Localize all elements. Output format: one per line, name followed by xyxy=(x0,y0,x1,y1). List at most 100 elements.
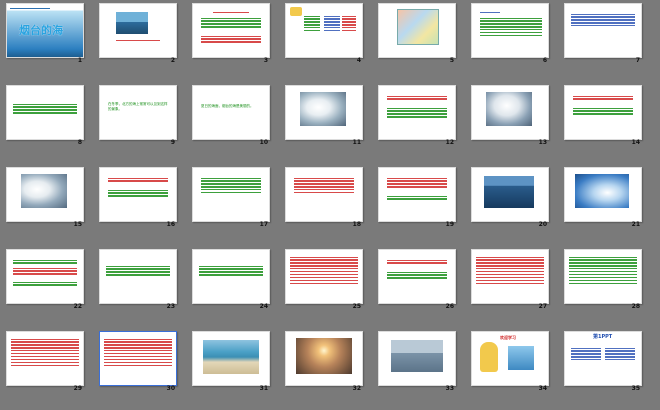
map-image xyxy=(397,9,439,45)
slide-number: 7 xyxy=(635,57,640,64)
slide-thumbnail-22[interactable]: 22 xyxy=(4,247,86,313)
slide-sorter-grid: 烟台的海 1 2 3 4 5 6 7 8 在冬季，北方的海上常常可以见到这样的景… xyxy=(4,1,656,409)
slide-thumbnail-10[interactable]: 夏日的海面，烟台的海是美丽的。 10 xyxy=(190,83,272,149)
slide-number: 22 xyxy=(73,303,82,310)
slide-19-preview xyxy=(378,167,456,222)
slide-thumbnail-19[interactable]: 19 xyxy=(376,165,458,231)
slide-22-preview xyxy=(6,249,84,304)
slide-thumbnail-7[interactable]: 7 xyxy=(562,1,644,67)
cartoon-icon xyxy=(290,7,302,16)
slide-9-text: 在冬季，北方的海上常常可以见到这样的景象。 xyxy=(108,102,168,111)
slide-number: 10 xyxy=(259,139,268,146)
slide-thumbnail-35[interactable]: 第1PPT 35 xyxy=(562,329,644,395)
slide-9-preview: 在冬季，北方的海上常常可以见到这样的景象。 xyxy=(99,85,177,140)
sea-photo xyxy=(484,176,534,208)
slide-number: 21 xyxy=(631,221,640,228)
slide-thumbnail-18[interactable]: 18 xyxy=(283,165,365,231)
slide-thumbnail-16[interactable]: 16 xyxy=(97,165,179,231)
slide-number: 19 xyxy=(445,221,454,228)
slide-30-preview xyxy=(99,331,177,386)
slide-23-preview xyxy=(99,249,177,304)
slide-thumbnail-24[interactable]: 24 xyxy=(190,247,272,313)
sea-photo xyxy=(508,346,534,370)
slide-thumbnail-15[interactable]: 15 xyxy=(4,165,86,231)
sunset-photo xyxy=(296,338,352,374)
slide-28-preview xyxy=(564,249,642,304)
slide-number: 24 xyxy=(259,303,268,310)
slide-thumbnail-30[interactable]: 30 xyxy=(97,329,179,395)
slide-6-preview xyxy=(471,3,549,58)
slide-number: 28 xyxy=(631,303,640,310)
slide-thumbnail-29[interactable]: 29 xyxy=(4,329,86,395)
slide-thumbnail-2[interactable]: 2 xyxy=(97,1,179,67)
wave-photo xyxy=(486,92,532,126)
slide-25-preview xyxy=(285,249,363,304)
slide-number: 31 xyxy=(259,385,268,392)
slide-thumbnail-12[interactable]: 12 xyxy=(376,83,458,149)
slide-32-preview xyxy=(285,331,363,386)
slide-number: 17 xyxy=(259,221,268,228)
sea-photo xyxy=(116,12,148,34)
slide-number: 25 xyxy=(352,303,361,310)
slide-29-preview xyxy=(6,331,84,386)
slide-number: 18 xyxy=(352,221,361,228)
slide-thumbnail-1[interactable]: 烟台的海 1 xyxy=(4,1,86,67)
wave-photo xyxy=(300,92,346,126)
slide-thumbnail-8[interactable]: 8 xyxy=(4,83,86,149)
slide-2-preview xyxy=(99,3,177,58)
slide-13-preview xyxy=(471,85,549,140)
slide-10-preview: 夏日的海面，烟台的海是美丽的。 xyxy=(192,85,270,140)
slide-number: 1 xyxy=(77,57,82,64)
slide-1-preview: 烟台的海 xyxy=(6,3,84,58)
slide-thumbnail-11[interactable]: 11 xyxy=(283,83,365,149)
slide-number: 13 xyxy=(538,139,547,146)
slide-thumbnail-28[interactable]: 28 xyxy=(562,247,644,313)
slide-number: 29 xyxy=(73,385,82,392)
slide-thumbnail-27[interactable]: 27 xyxy=(469,247,551,313)
slide-31-preview xyxy=(192,331,270,386)
slide-thumbnail-3[interactable]: 3 xyxy=(190,1,272,67)
slide-number: 34 xyxy=(538,385,547,392)
slide-thumbnail-20[interactable]: 20 xyxy=(469,165,551,231)
slide-number: 15 xyxy=(73,221,82,228)
slide-number: 32 xyxy=(352,385,361,392)
slide-34-title: 欢迎学习 xyxy=(500,335,516,340)
slide-number: 6 xyxy=(542,57,547,64)
slide-14-preview xyxy=(564,85,642,140)
cartoon-figure xyxy=(480,342,498,372)
slide-35-logo: 第1PPT xyxy=(593,334,613,340)
slide-17-preview xyxy=(192,167,270,222)
slide-thumbnail-6[interactable]: 6 xyxy=(469,1,551,67)
slide-12-preview xyxy=(378,85,456,140)
slide-number: 33 xyxy=(445,385,454,392)
slide-16-preview xyxy=(99,167,177,222)
slide-18-preview xyxy=(285,167,363,222)
slide-thumbnail-34[interactable]: 欢迎学习 34 xyxy=(469,329,551,395)
slide-number: 30 xyxy=(166,385,175,392)
slide-thumbnail-4[interactable]: 4 xyxy=(283,1,365,67)
wave-photo xyxy=(575,174,629,208)
slide-8-preview xyxy=(6,85,84,140)
slide-thumbnail-31[interactable]: 31 xyxy=(190,329,272,395)
slide-33-preview xyxy=(378,331,456,386)
slide-thumbnail-23[interactable]: 23 xyxy=(97,247,179,313)
slide-number: 26 xyxy=(445,303,454,310)
slide-thumbnail-32[interactable]: 32 xyxy=(283,329,365,395)
slide-number: 20 xyxy=(538,221,547,228)
slide-thumbnail-21[interactable]: 21 xyxy=(562,165,644,231)
slide-thumbnail-25[interactable]: 25 xyxy=(283,247,365,313)
slide-thumbnail-26[interactable]: 26 xyxy=(376,247,458,313)
slide-number: 4 xyxy=(356,57,361,64)
slide-26-preview xyxy=(378,249,456,304)
slide-24-preview xyxy=(192,249,270,304)
slide-number: 8 xyxy=(77,139,82,146)
slide-number: 11 xyxy=(352,139,361,146)
slide-thumbnail-13[interactable]: 13 xyxy=(469,83,551,149)
slide-thumbnail-17[interactable]: 17 xyxy=(190,165,272,231)
slide-thumbnail-14[interactable]: 14 xyxy=(562,83,644,149)
slide-thumbnail-9[interactable]: 在冬季，北方的海上常常可以见到这样的景象。 9 xyxy=(97,83,179,149)
slide-7-preview xyxy=(564,3,642,58)
slide-thumbnail-33[interactable]: 33 xyxy=(376,329,458,395)
slide-thumbnail-5[interactable]: 5 xyxy=(376,1,458,67)
slide-20-preview xyxy=(471,167,549,222)
